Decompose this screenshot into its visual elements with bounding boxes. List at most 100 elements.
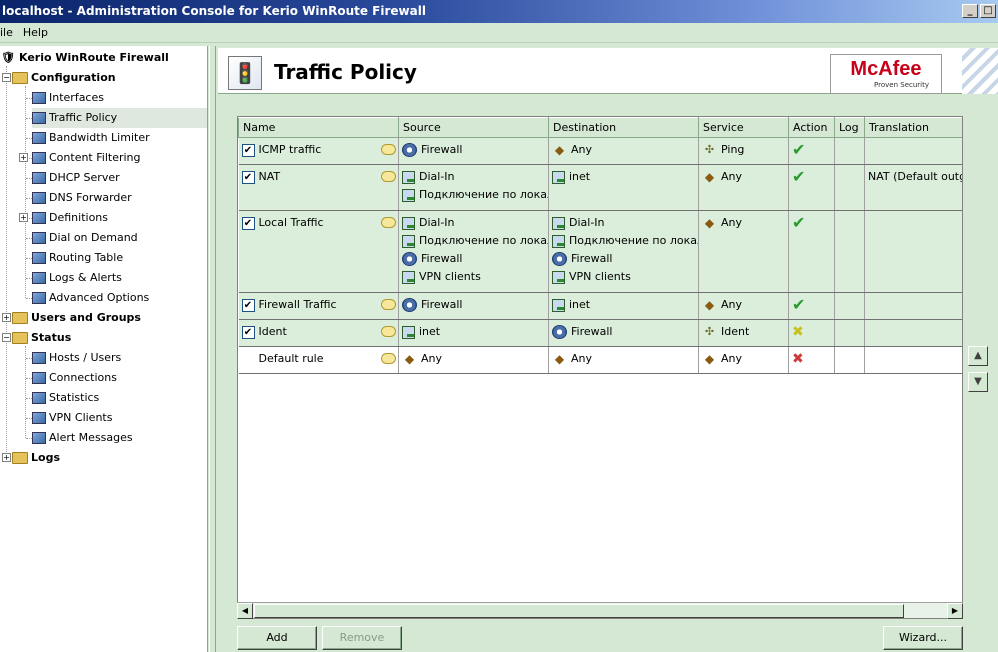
tree-root[interactable]: 🛡 Kerio WinRoute Firewall (0, 48, 169, 68)
rule-log-cell[interactable] (834, 210, 865, 293)
tree-item-hosts-users[interactable]: Hosts / Users (32, 348, 121, 368)
rule-destination-cell[interactable]: Dial-In Подключение по локальной сети Fire… (548, 210, 699, 293)
rule-enabled-checkbox[interactable]: ✔ (241, 216, 255, 230)
rule-action-cell[interactable]: ✖ (788, 346, 835, 374)
rule-source-cell[interactable]: inet (398, 319, 549, 347)
tree-item-definitions[interactable]: Definitions (32, 208, 108, 228)
minimize-button[interactable]: _ (962, 4, 978, 18)
comment-bubble-icon[interactable] (381, 353, 396, 364)
rule-translation-cell[interactable] (864, 292, 962, 320)
rule-service-cell[interactable]: ✣ Ping (698, 137, 789, 165)
table-row[interactable]: ✔ Local Traffic Dial-In Подключение по лока… (238, 210, 962, 293)
rule-destination-cell[interactable]: inet (548, 164, 699, 211)
rule-destination-cell[interactable]: ◆ Any (548, 137, 699, 165)
table-row[interactable]: Default rule ◆ Any ◆ Any ◆ Any ✖ (238, 346, 962, 374)
tree-item-statistics[interactable]: Statistics (32, 388, 99, 408)
comment-bubble-icon[interactable] (381, 171, 396, 182)
rule-service-cell[interactable]: ◆ Any (698, 210, 789, 293)
comment-bubble-icon[interactable] (381, 144, 396, 155)
configuration-expander[interactable]: − (2, 73, 11, 82)
scroll-thumb[interactable] (254, 604, 904, 618)
table-row[interactable]: ✔NATDial-InПодключение по локальной сети… (238, 164, 962, 211)
pane-splitter[interactable] (209, 46, 216, 652)
rule-destination-cell[interactable]: Firewall (548, 319, 699, 347)
table-row[interactable]: ✔ Firewall Traffic Firewall inet ◆ Any ✔ (238, 292, 962, 320)
tree-item-interfaces[interactable]: Interfaces (32, 88, 104, 108)
rule-source-cell[interactable]: ◆ Any (398, 346, 549, 374)
logs-expander[interactable]: + (2, 453, 11, 462)
rule-action-cell[interactable]: ✔ (788, 137, 835, 165)
rule-service-cell[interactable]: ◆ Any (698, 164, 789, 211)
tree-item-dhcp-server[interactable]: DHCP Server (32, 168, 120, 188)
column-header-log[interactable]: Log (834, 117, 865, 138)
rule-translation-cell[interactable] (864, 319, 962, 347)
rule-name-cell[interactable]: ✔ NAT (238, 164, 399, 211)
comment-bubble-icon[interactable] (381, 217, 396, 228)
rule-source-cell[interactable]: Firewall (398, 137, 549, 165)
tree-expander[interactable]: + (19, 153, 28, 162)
column-header-service[interactable]: Service (698, 117, 789, 138)
rule-service-cell[interactable]: ◆ Any (698, 346, 789, 374)
rule-log-cell[interactable] (834, 164, 865, 211)
move-down-button[interactable]: ▼ (968, 372, 988, 392)
column-header-name[interactable]: Name (238, 117, 399, 138)
remove-button[interactable]: Remove (322, 626, 402, 650)
rule-name-cell[interactable]: ✔ Local Traffic (238, 210, 399, 293)
tree-item-vpn-clients[interactable]: VPN Clients (32, 408, 112, 428)
rule-translation-cell[interactable] (864, 346, 962, 374)
rule-enabled-checkbox[interactable]: ✔ (241, 170, 255, 184)
scroll-left-button[interactable]: ◀ (237, 603, 253, 619)
rule-translation-cell[interactable] (864, 137, 962, 165)
rule-service-cell[interactable]: ✣ Ident (698, 319, 789, 347)
maximize-button[interactable]: □ (980, 4, 996, 18)
column-header-translation[interactable]: Translation (864, 117, 962, 138)
tree-item-bandwidth-limiter[interactable]: Bandwidth Limiter (32, 128, 150, 148)
rule-service-cell[interactable]: ◆ Any (698, 292, 789, 320)
rule-source-cell[interactable]: Dial-In Подключение по локальной сети Fire… (398, 210, 549, 293)
comment-bubble-icon[interactable] (381, 326, 396, 337)
rule-log-cell[interactable] (834, 292, 865, 320)
rule-log-cell[interactable] (834, 319, 865, 347)
rule-source-cell[interactable]: Dial-In Подключение по локальной сети (398, 164, 549, 211)
tree-configuration[interactable]: Configuration (12, 68, 116, 88)
tree-item-alert-messages[interactable]: Alert Messages (32, 428, 133, 448)
rule-enabled-checkbox[interactable]: ✔ (241, 298, 255, 312)
tree-item-connections[interactable]: Connections (32, 368, 117, 388)
wizard-button[interactable]: Wizard... (883, 626, 963, 650)
tree-status[interactable]: Status (12, 328, 71, 348)
rule-name-cell[interactable]: ✔ Firewall Traffic (238, 292, 399, 320)
menu-file[interactable]: ile (0, 23, 13, 42)
tree-item-dial-on-demand[interactable]: Dial on Demand (32, 228, 138, 248)
users-groups-expander[interactable]: + (2, 313, 11, 322)
rule-action-cell[interactable]: ✖ (788, 319, 835, 347)
tree-item-advanced-options[interactable]: Advanced Options (32, 288, 149, 308)
tree-item-content-filtering[interactable]: Content Filtering (32, 148, 141, 168)
rule-action-cell[interactable]: ✔ (788, 164, 835, 211)
rule-enabled-checkbox[interactable]: ✔ (241, 143, 255, 157)
column-header-destination[interactable]: Destination (548, 117, 699, 138)
rule-destination-cell[interactable]: ◆ Any (548, 346, 699, 374)
rule-action-cell[interactable]: ✔ (788, 210, 835, 293)
rule-enabled-checkbox[interactable]: ✔ (241, 325, 255, 339)
move-up-button[interactable]: ▲ (968, 346, 988, 366)
horizontal-scrollbar[interactable]: ◀ ▶ (237, 602, 963, 619)
rule-name-cell[interactable]: Default rule (238, 346, 399, 374)
tree-expander[interactable]: + (19, 213, 28, 222)
table-row[interactable]: ✔ ICMP traffic Firewall ◆ Any ✣ Ping ✔ (238, 137, 962, 165)
rule-action-cell[interactable]: ✔ (788, 292, 835, 320)
rule-translation-cell[interactable]: NAT (Default outgoing) (864, 164, 962, 211)
comment-bubble-icon[interactable] (381, 299, 396, 310)
rule-log-cell[interactable] (834, 137, 865, 165)
table-row[interactable]: ✔ Ident inet Firewall ✣ Ident ✖ (238, 319, 962, 347)
column-header-source[interactable]: Source (398, 117, 549, 138)
tree-item-dns-forwarder[interactable]: DNS Forwarder (32, 188, 132, 208)
column-header-action[interactable]: Action (788, 117, 835, 138)
status-expander[interactable]: − (2, 333, 11, 342)
add-button[interactable]: Add (237, 626, 317, 650)
tree-users-and-groups[interactable]: Users and Groups (12, 308, 141, 328)
rule-destination-cell[interactable]: inet (548, 292, 699, 320)
menu-help[interactable]: Help (23, 23, 48, 42)
rule-log-cell[interactable] (834, 346, 865, 374)
rule-source-cell[interactable]: Firewall (398, 292, 549, 320)
rule-name-cell[interactable]: ✔ ICMP traffic (238, 137, 399, 165)
